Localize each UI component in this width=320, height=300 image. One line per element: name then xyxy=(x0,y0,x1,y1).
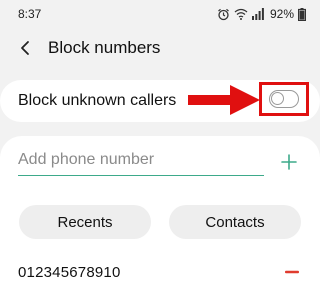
header: Block numbers xyxy=(0,30,320,66)
annotation-arrow-icon xyxy=(188,85,260,115)
contacts-button[interactable]: Contacts xyxy=(169,205,301,239)
back-button[interactable] xyxy=(14,34,36,62)
toggle-knob xyxy=(271,92,284,105)
back-chevron-icon xyxy=(21,41,29,55)
wifi-icon xyxy=(234,8,248,20)
status-icons: 92% xyxy=(217,7,306,21)
page-title: Block numbers xyxy=(48,38,161,57)
plus-icon[interactable] xyxy=(280,153,298,171)
block-unknown-toggle[interactable] xyxy=(269,90,299,108)
battery-icon xyxy=(298,7,306,21)
status-bar: 8:37 92% xyxy=(0,0,320,28)
battery-percent: 92% xyxy=(269,7,294,21)
signal-icon xyxy=(251,8,264,20)
add-phone-number-input[interactable] xyxy=(18,148,264,176)
recents-button[interactable]: Recents xyxy=(19,205,151,239)
alarm-icon xyxy=(218,8,229,20)
block-unknown-label: Block unknown callers xyxy=(18,92,177,109)
list-item: 012345678910 xyxy=(18,262,308,282)
blocked-number: 012345678910 xyxy=(18,263,121,281)
status-time: 8:37 xyxy=(18,7,42,21)
minus-icon xyxy=(285,270,299,274)
remove-number-button[interactable] xyxy=(284,264,300,280)
